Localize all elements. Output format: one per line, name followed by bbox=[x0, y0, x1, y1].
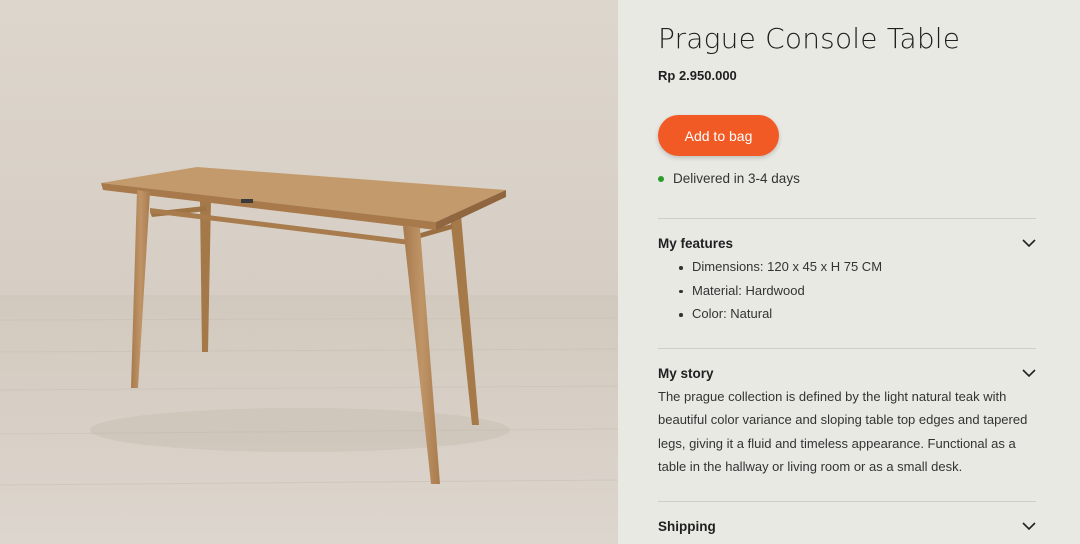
chevron-down-icon[interactable] bbox=[1022, 519, 1036, 533]
story-text: The prague collection is defined by the … bbox=[658, 389, 1028, 474]
accordion-story-header[interactable]: My story bbox=[658, 363, 1036, 383]
add-to-bag-button[interactable]: Add to bag bbox=[658, 115, 779, 156]
divider bbox=[658, 218, 1036, 219]
accordion-features-title: My features bbox=[658, 235, 734, 251]
accordion-features-header[interactable]: My features bbox=[658, 233, 1036, 253]
green-dot-icon bbox=[658, 175, 664, 182]
divider bbox=[658, 501, 1036, 502]
features-list: Dimensions: 120 x 45 x H 75 CM Material:… bbox=[678, 258, 882, 329]
product-title: Prague Console Table bbox=[658, 22, 961, 55]
chevron-down-icon[interactable] bbox=[1022, 366, 1036, 380]
accordion-story-title: My story bbox=[658, 365, 714, 381]
divider bbox=[658, 348, 1036, 349]
product-image bbox=[0, 0, 618, 544]
accordion-shipping-header[interactable]: Shipping bbox=[658, 516, 1036, 536]
chevron-down-icon[interactable] bbox=[1022, 236, 1036, 250]
product-page: Prague Console Table Rp 2.950.000 Add to… bbox=[0, 0, 1080, 544]
accordion-shipping-title: Shipping bbox=[658, 518, 716, 534]
product-details-panel: Prague Console Table Rp 2.950.000 Add to… bbox=[618, 0, 1080, 544]
delivery-text: Delivered in 3-4 days bbox=[673, 171, 800, 186]
list-item: Color: Natural bbox=[678, 305, 882, 329]
list-item: Dimensions: 120 x 45 x H 75 CM bbox=[678, 258, 882, 282]
delivery-status: Delivered in 3-4 days bbox=[658, 171, 800, 186]
console-table-illustration bbox=[0, 0, 618, 544]
product-price: Rp 2.950.000 bbox=[658, 68, 737, 83]
list-item: Material: Hardwood bbox=[678, 282, 882, 306]
